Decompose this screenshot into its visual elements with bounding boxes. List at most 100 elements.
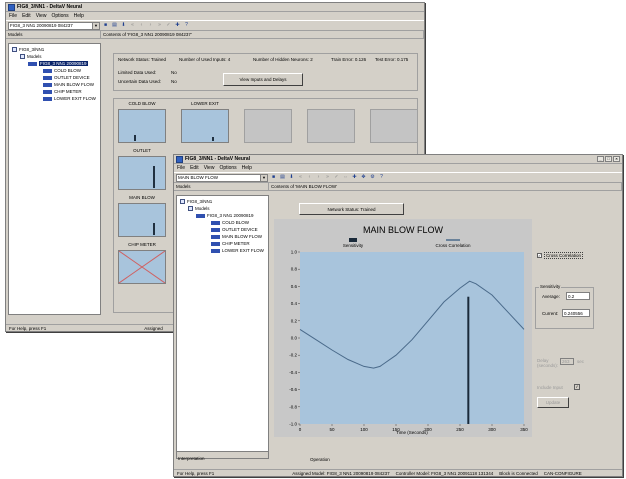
last-icon[interactable]: »	[156, 22, 163, 29]
tree-root[interactable]: FIG8_3/NN1	[180, 199, 212, 204]
menu-options[interactable]: Options	[51, 13, 68, 19]
menu-edit[interactable]: Edit	[22, 13, 31, 19]
tab-interpretation[interactable]: Interpretation	[176, 456, 205, 462]
settings-icon[interactable]: ⚙	[369, 174, 376, 181]
menu-help[interactable]: Help	[242, 165, 252, 171]
back-model-selector[interactable]: FIG8_3 NN1 20090819 084237 ▼	[8, 21, 100, 30]
y-tick-label: 0.8	[291, 267, 298, 272]
chevron-down-icon[interactable]: ▼	[260, 174, 267, 181]
tree-root[interactable]: FIG8_3/NN1	[12, 47, 44, 52]
compare-icon[interactable]: ⇔	[342, 174, 349, 181]
chart-title: MAIN BLOW FLOW	[363, 225, 444, 235]
first-icon[interactable]: «	[129, 22, 136, 29]
folder-icon	[188, 206, 193, 211]
plus-icon[interactable]: ✚	[351, 174, 358, 181]
tab-operation[interactable]: Operation	[310, 457, 330, 462]
chevron-down-icon[interactable]: ▼	[92, 22, 99, 29]
print-icon[interactable]: ▤	[279, 174, 286, 181]
tree-item[interactable]: COLD BLOW	[211, 220, 249, 225]
open-icon[interactable]: ■	[270, 174, 277, 181]
status-connection: Block is Connected	[499, 470, 538, 476]
signal-icon	[211, 220, 220, 225]
help-icon[interactable]: ?	[378, 174, 385, 181]
menu-file[interactable]: File	[9, 13, 17, 19]
tile-chip-meter[interactable]: CHIP METER	[118, 242, 166, 284]
plus-icon[interactable]: ✚	[174, 22, 181, 29]
print-icon[interactable]: ▤	[111, 22, 118, 29]
front-statusbar: For Help, press F1 Assigned Model: FIG8_…	[174, 469, 622, 476]
tree-item[interactable]: OUTLET DEVICE	[211, 227, 258, 232]
tree-model[interactable]: FIG8_3 NN1 20090819	[196, 213, 254, 218]
cross-correlation-toggle[interactable]: ✓ Cross Correlation	[537, 252, 584, 259]
include-input-checkbox[interactable]: ✓	[574, 384, 580, 390]
tree-models[interactable]: Models	[20, 54, 42, 59]
menu-help[interactable]: Help	[74, 13, 84, 19]
view-inputs-button[interactable]: View Inputs and Delays	[223, 73, 303, 86]
next-icon[interactable]: ›	[315, 174, 322, 181]
back-menubar: File Edit View Options Help	[6, 12, 424, 20]
front-content: Network Status: Trained MAIN BLOW FLOW S…	[271, 195, 620, 462]
tile-bar	[134, 135, 136, 141]
front-strip-left: Models	[174, 183, 269, 190]
y-tick-label: -0.6	[289, 387, 297, 392]
tile-plot	[118, 156, 166, 190]
update-button[interactable]: Update	[537, 397, 569, 408]
x-tick-label: 250	[456, 427, 464, 432]
prev-icon[interactable]: ‹	[306, 174, 313, 181]
check-icon[interactable]: ✓	[333, 174, 340, 181]
tree-model-selected[interactable]: FIG8_3 NN1 20090819	[28, 61, 88, 66]
maximize-button[interactable]: □	[605, 156, 612, 162]
current-label: Current:	[542, 311, 559, 316]
tree-models[interactable]: Models	[188, 206, 210, 211]
y-tick-label: -1.0	[289, 422, 297, 427]
front-titlebar[interactable]: FIG8_3/NN1 - DeltaV Neural _ □ ×	[174, 155, 622, 164]
help-icon[interactable]: ?	[183, 22, 190, 29]
tree-item[interactable]: MAIN BLOW FLOW	[43, 82, 94, 87]
download-icon[interactable]: ⬇	[120, 22, 127, 29]
menu-view[interactable]: View	[204, 165, 215, 171]
tree-item[interactable]: COLD BLOW	[43, 68, 81, 73]
tile-outlet[interactable]: OUTLET	[118, 148, 166, 190]
checkbox-checked-icon[interactable]: ✓	[537, 253, 542, 258]
next-icon[interactable]: ›	[147, 22, 154, 29]
menu-options[interactable]: Options	[219, 165, 236, 171]
sensitivity-bar	[467, 296, 470, 424]
sensitivity-group-title: Sensitivity	[539, 284, 562, 289]
check-icon[interactable]: ✓	[165, 22, 172, 29]
tile-main-blow[interactable]: MAIN BLOW	[118, 195, 166, 237]
back-titlebar[interactable]: FIG8_3/NN1 - DeltaV Neural	[6, 3, 424, 12]
tree-item[interactable]: LOWER EXIT FLOW	[211, 248, 264, 253]
download-icon[interactable]: ⬇	[288, 174, 295, 181]
prev-icon[interactable]: ‹	[138, 22, 145, 29]
x-axis-label: Time (Seconds)	[396, 430, 428, 435]
back-toolbar: FIG8_3 NN1 20090819 084237 ▼ ■ ▤ ⬇ « ‹ ›…	[6, 20, 424, 31]
open-icon[interactable]: ■	[102, 22, 109, 29]
delay-field[interactable]: 263	[560, 358, 574, 365]
front-window[interactable]: FIG8_3/NN1 - DeltaV Neural _ □ × File Ed…	[173, 154, 623, 477]
first-icon[interactable]: «	[297, 174, 304, 181]
minimize-button[interactable]: _	[597, 156, 604, 162]
tree-item[interactable]: OUTLET DEVICE	[43, 75, 90, 80]
used-inputs: Number of Used Inputs: 4	[179, 57, 231, 62]
menu-view[interactable]: View	[36, 13, 47, 19]
arrows-icon[interactable]: ✥	[360, 174, 367, 181]
network-icon	[28, 61, 37, 66]
status-node: CAN-CONFIGURE	[543, 470, 582, 476]
y-tick-label: -0.4	[289, 370, 297, 375]
menu-edit[interactable]: Edit	[190, 165, 199, 171]
delay-label: Delay (seconds):	[537, 358, 559, 368]
status-assigned-model: Assigned Model: FIG8_3 NN1 20090819 0842…	[292, 470, 390, 476]
last-icon[interactable]: »	[324, 174, 331, 181]
app-icon	[176, 155, 183, 163]
close-button[interactable]: ×	[613, 156, 620, 162]
tree-item[interactable]: CHIP METER	[43, 89, 82, 94]
menu-file[interactable]: File	[177, 165, 185, 171]
tree-item-selected[interactable]: MAIN BLOW FLOW	[211, 234, 262, 239]
tree-item[interactable]: CHIP METER	[211, 241, 250, 246]
y-tick-label: 0.6	[291, 284, 298, 289]
tree-item[interactable]: LOWER EXIT FLOW	[43, 96, 96, 101]
front-model-selector[interactable]: MAIN BLOW FLOW ▼	[176, 173, 268, 182]
folder-icon	[12, 47, 17, 52]
tile-lower-exit[interactable]: LOWER EXIT	[181, 101, 229, 143]
tile-cold-blow[interactable]: COLD BLOW	[118, 101, 166, 143]
